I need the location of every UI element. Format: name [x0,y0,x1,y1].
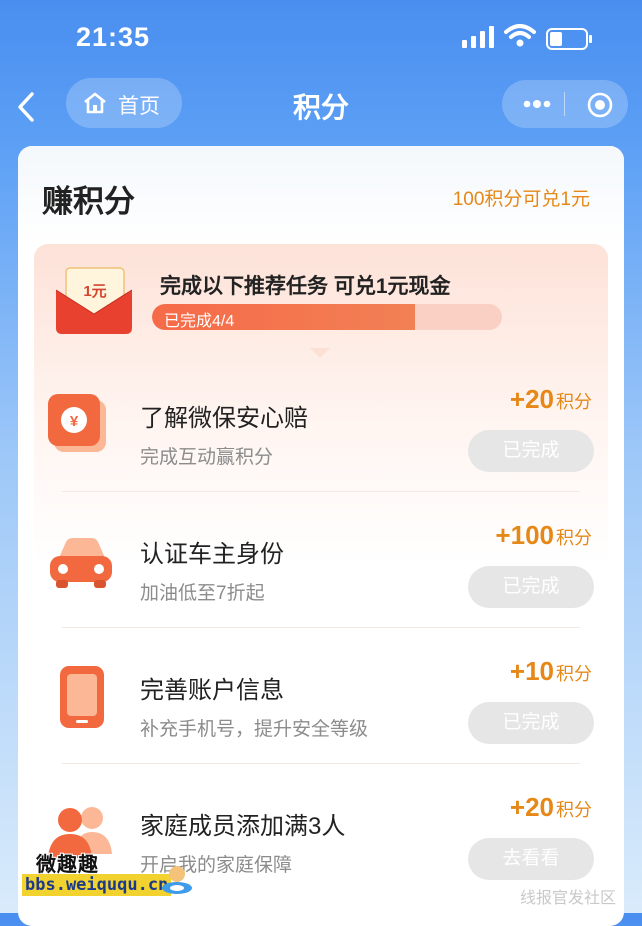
earn-title: 赚积分 [42,184,135,219]
task-title: 家庭成员添加满3人 [140,813,346,840]
exchange-note: 100积分可兑1元 [452,189,590,210]
more-icon[interactable] [522,97,552,111]
signal-icon [462,26,494,48]
car-icon [50,538,112,588]
task-title: 完善账户信息 [140,677,284,704]
envelope-label: 1元 [83,283,106,300]
card-header: 赚积分 100积分可兑1元 [18,146,624,246]
task-go-button[interactable]: 去看看 [468,838,594,880]
points-unit: 积分 [556,664,592,684]
wifi-icon [504,24,536,47]
task-item: 完善账户信息 补充手机号，提升安全等级 +10 积分 已完成 [34,628,608,764]
svg-text:¥: ¥ [70,413,79,430]
banner-headline: 完成以下推荐任务 可兑1元现金 [160,275,451,298]
task-title: 了解微保安心赔 [140,405,308,432]
task-points: +10 积分 [510,656,592,687]
close-target-icon[interactable] [586,91,614,119]
task-points: +20 积分 [510,384,592,415]
task-status-button[interactable]: 已完成 [468,430,594,472]
watermark-url: bbs.weiququ.cn [22,874,172,896]
task-panel: 1元 完成以下推荐任务 可兑1元现金 已完成4/4 ¥ 了解微保安心赔 完成互动… [34,244,608,924]
nav-bar: 首页 积分 [0,78,642,136]
task-status-button[interactable]: 已完成 [468,702,594,744]
task-subtitle: 完成互动赢积分 [140,447,274,468]
points-unit: 积分 [556,392,592,412]
task-title: 认证车主身份 [140,541,284,568]
points-unit: 积分 [556,528,592,548]
progress-bar: 已完成4/4 [152,304,502,330]
phone-icon [60,666,104,728]
progress-label: 已完成4/4 [164,313,235,330]
points-unit: 积分 [556,800,592,820]
points-value: +20 [509,384,554,414]
task-subtitle: 加油低至7折起 [140,583,265,604]
task-points: +100 积分 [495,520,592,551]
red-envelope-icon: 1元 [55,267,133,334]
task-item: 认证车主身份 加油低至7折起 +100 积分 已完成 [34,492,608,628]
task-points: +20 积分 [510,792,592,823]
task-item: ¥ 了解微保安心赔 完成互动赢积分 +20 积分 已完成 [34,356,608,492]
status-time: 21:35 [76,22,151,52]
battery-icon [546,28,592,50]
yuan-card-icon: ¥ [48,394,106,452]
earn-points-card: 赚积分 100积分可兑1元 1元 完成以下推荐任务 可兑1元现金 已完成4/4 [18,146,624,926]
reward-banner: 1元 完成以下推荐任务 可兑1元现金 已完成4/4 [34,244,608,358]
points-value: +100 [495,520,554,550]
points-value: +20 [509,792,554,822]
task-status-button[interactable]: 已完成 [468,566,594,608]
watermark-title: 微趣趣 [36,854,99,876]
capsule-divider [564,92,565,116]
status-bar: 21:35 [0,0,642,78]
swimmer-emoji-icon [162,866,192,894]
points-value: +10 [509,656,554,686]
capsule-menu [502,80,628,128]
task-subtitle: 补充手机号，提升安全等级 [140,719,369,740]
watermark-right: 线报官发社区 [519,890,616,907]
